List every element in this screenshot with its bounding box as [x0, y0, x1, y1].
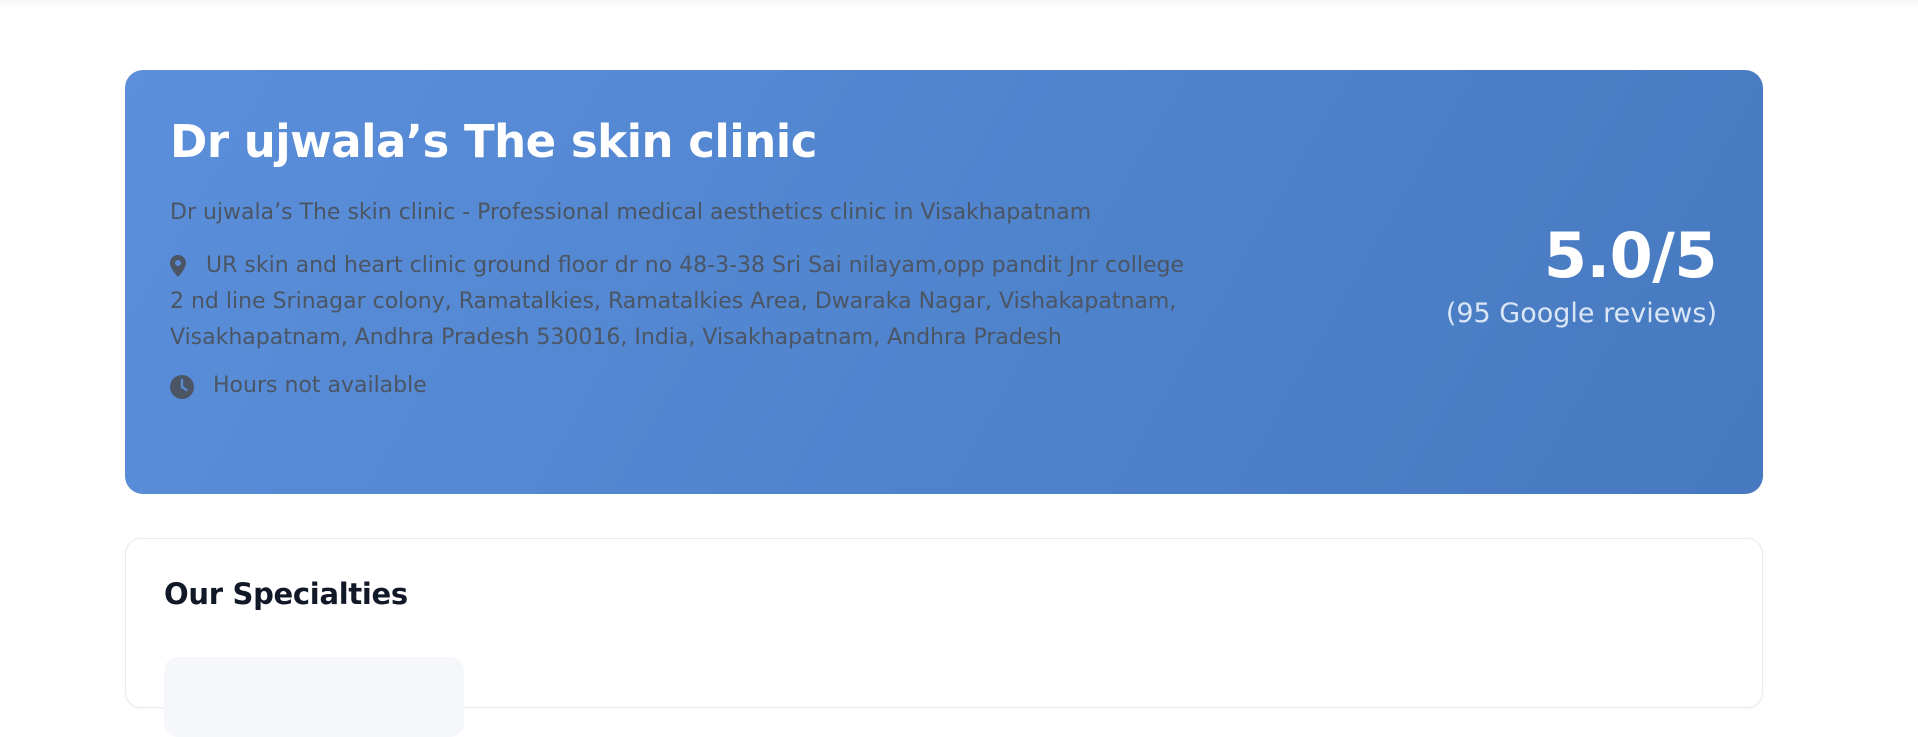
- clinic-hours: Hours not available: [213, 373, 427, 398]
- clinic-hero-card: Dr ujwala’s The skin clinic Dr ujwala’s …: [125, 70, 1763, 494]
- rating-block: 5.0/5 (95 Google reviews): [1445, 219, 1718, 332]
- clinic-description: Dr ujwala’s The skin clinic - Profession…: [170, 200, 1092, 225]
- header-shadow: [0, 0, 1918, 8]
- clock-icon: [170, 375, 194, 399]
- map-pin-icon: [170, 255, 186, 277]
- clinic-address: UR skin and heart clinic ground floor dr…: [170, 253, 1185, 350]
- clinic-address-row: UR skin and heart clinic ground floor dr…: [170, 248, 1190, 356]
- specialties-section: Our Specialties: [125, 538, 1763, 737]
- rating-value: 5.0/5: [1543, 219, 1718, 292]
- clinic-hours-row: Hours not available: [170, 368, 1190, 404]
- specialty-card[interactable]: [164, 657, 464, 737]
- clinic-info: Dr ujwala’s The skin clinic Dr ujwala’s …: [170, 114, 1190, 404]
- review-count: (95 Google reviews): [1445, 298, 1717, 329]
- specialties-title: Our Specialties: [164, 577, 408, 611]
- clinic-name: Dr ujwala’s The skin clinic: [170, 115, 817, 168]
